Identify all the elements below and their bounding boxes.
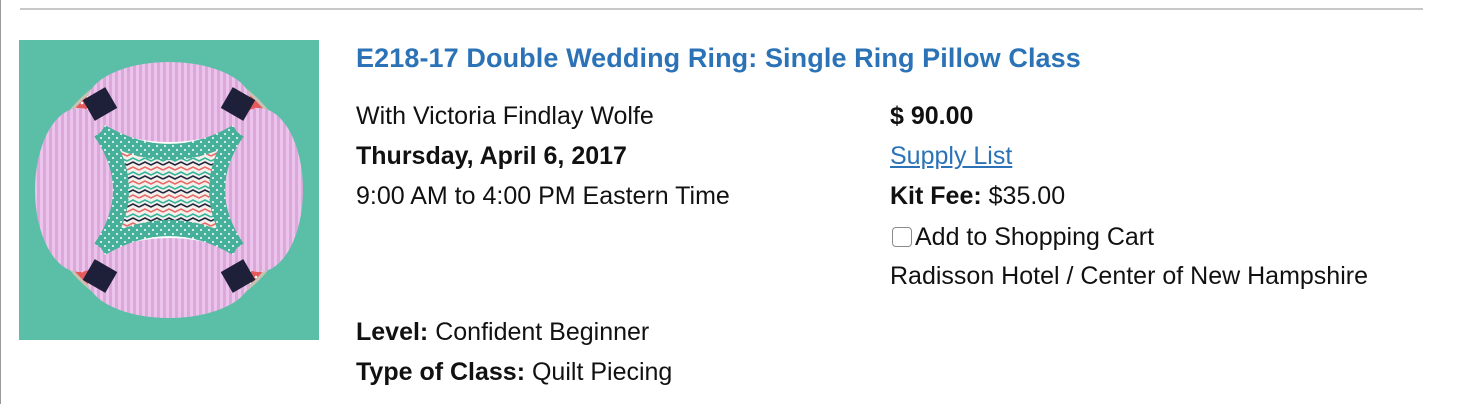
kit-fee-label: Kit Fee: — [890, 182, 982, 210]
left-border — [0, 0, 1, 404]
level-label: Level: — [356, 318, 429, 346]
add-to-cart-checkbox[interactable] — [892, 227, 912, 247]
class-time: 9:00 AM to 4:00 PM Eastern Time — [356, 182, 730, 210]
instructor: With Victoria Findlay Wolfe — [356, 102, 654, 130]
class-date: Thursday, April 6, 2017 — [356, 142, 627, 170]
level: Level: Confident Beginner — [356, 317, 649, 347]
add-to-cart[interactable]: Add to Shopping Cart — [892, 222, 1154, 252]
class-photo — [19, 40, 319, 340]
class-type-value: Quilt Piecing — [531, 358, 673, 386]
divider — [20, 8, 1423, 10]
class-title[interactable]: E218-17 Double Wedding Ring: Single Ring… — [356, 43, 1081, 74]
location: Radisson Hotel / Center of New Hampshire — [890, 262, 1368, 290]
add-to-cart-label[interactable]: Add to Shopping Cart — [915, 222, 1154, 252]
level-value: Confident Beginner — [435, 318, 650, 346]
price: $ 90.00 — [890, 102, 974, 130]
class-type-label: Type of Class: — [356, 358, 526, 386]
kit-fee-value: $35.00 — [988, 182, 1066, 210]
class-type: Type of Class: Quilt Piecing — [356, 357, 672, 387]
kit-fee: Kit Fee: $35.00 — [890, 181, 1065, 211]
supply-list-link[interactable]: Supply List — [890, 142, 1012, 170]
